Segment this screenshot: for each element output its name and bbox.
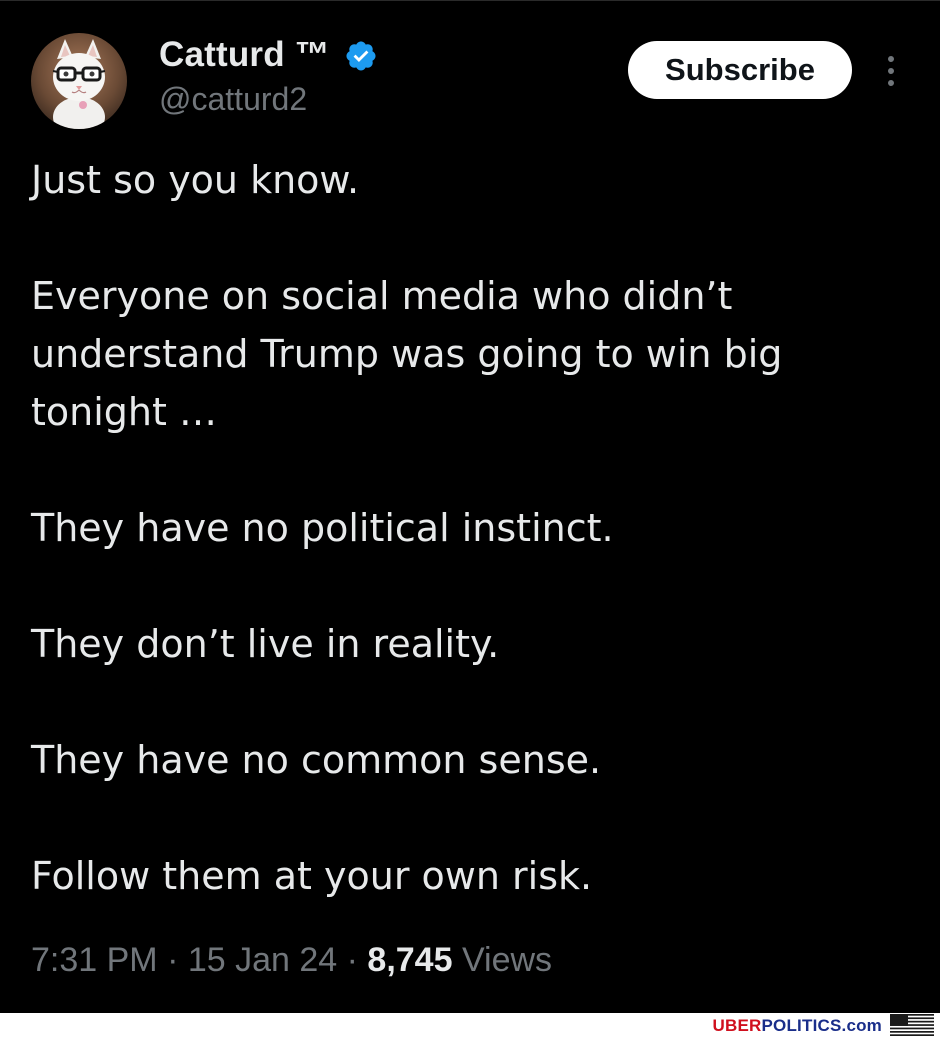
avatar[interactable] (31, 33, 127, 129)
display-name[interactable]: Catturd ™ (159, 35, 330, 75)
views-label: Views (452, 941, 553, 979)
more-vertical-icon[interactable] (878, 55, 904, 89)
tweet-date[interactable]: 15 Jan 24 (188, 941, 337, 979)
tweet-time[interactable]: 7:31 PM (31, 941, 158, 979)
tweet-paragraph: They have no political instinct. (31, 506, 614, 550)
verified-badge-icon (346, 41, 376, 71)
us-flag-icon (890, 1014, 934, 1036)
subscribe-button[interactable]: Subscribe (628, 41, 852, 99)
watermark-bar: UBERPOLITICS.com (0, 1013, 940, 1038)
tweet-paragraph: Just so you know. (31, 158, 360, 202)
watermark-domain: .com (841, 1016, 882, 1035)
user-handle[interactable]: @catturd2 (159, 81, 307, 118)
tweet-card: Catturd ™ @catturd2 Subscribe Just so yo… (0, 0, 940, 1014)
views-count[interactable]: 8,745 (367, 941, 452, 979)
tweet-paragraph: Everyone on social media who didn’t unde… (31, 274, 783, 434)
meta-separator: · (337, 941, 368, 979)
watermark-text: UBERPOLITICS.com (713, 1016, 882, 1036)
meta-separator: · (157, 941, 188, 979)
tweet-meta: 7:31 PM · 15 Jan 24 · 8,745 Views (31, 941, 552, 980)
tweet-text: Just so you know. Everyone on social med… (31, 151, 911, 905)
tweet-paragraph: They don’t live in reality. (31, 622, 500, 666)
avatar-cat-image (31, 33, 127, 129)
tweet-paragraph: Follow them at your own risk. (31, 854, 593, 898)
watermark-politics: POLITICS (761, 1016, 842, 1035)
watermark-uber: UBER (712, 1016, 762, 1035)
tweet-paragraph: They have no common sense. (31, 738, 602, 782)
